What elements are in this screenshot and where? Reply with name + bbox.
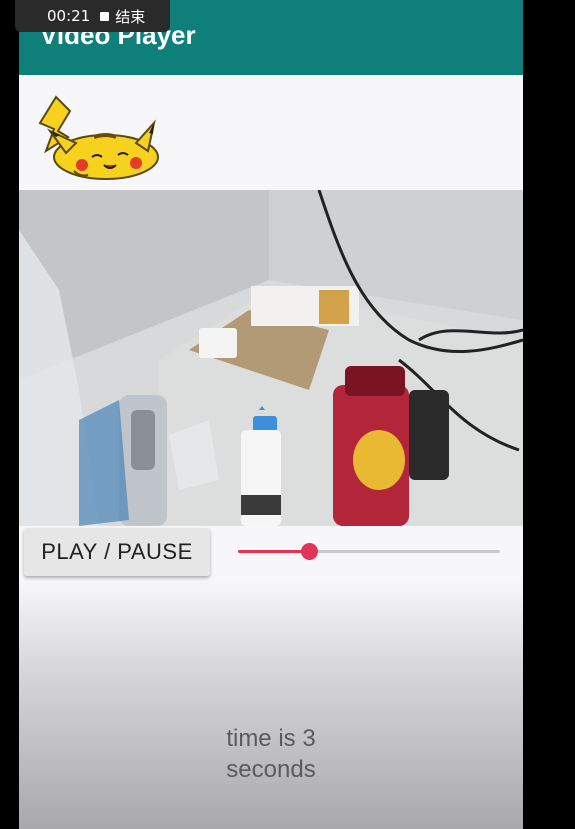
time-display-line2: seconds — [226, 756, 316, 783]
info-area: time is 3 seconds — [19, 581, 523, 829]
pikachu-logo — [38, 95, 159, 180]
recording-status-pill: 00:21 结束 — [15, 0, 170, 32]
app-screen: Video Player PLAY / PAUSE time is 3 seco… — [19, 0, 523, 829]
seek-bar-thumb[interactable] — [300, 543, 318, 560]
play-pause-button[interactable]: PLAY / PAUSE — [24, 528, 210, 576]
time-display-line1: time is 3 — [226, 725, 316, 752]
video-frame[interactable] — [19, 190, 523, 526]
status-time: 00:21 — [47, 7, 91, 25]
seek-bar-progress — [238, 550, 309, 553]
seek-bar[interactable] — [238, 543, 500, 560]
stop-icon[interactable] — [100, 11, 110, 21]
logo-area — [19, 75, 523, 190]
time-display: time is 3 seconds — [19, 723, 523, 785]
controls-bar: PLAY / PAUSE — [19, 526, 523, 581]
stop-label[interactable]: 结束 — [115, 6, 145, 27]
